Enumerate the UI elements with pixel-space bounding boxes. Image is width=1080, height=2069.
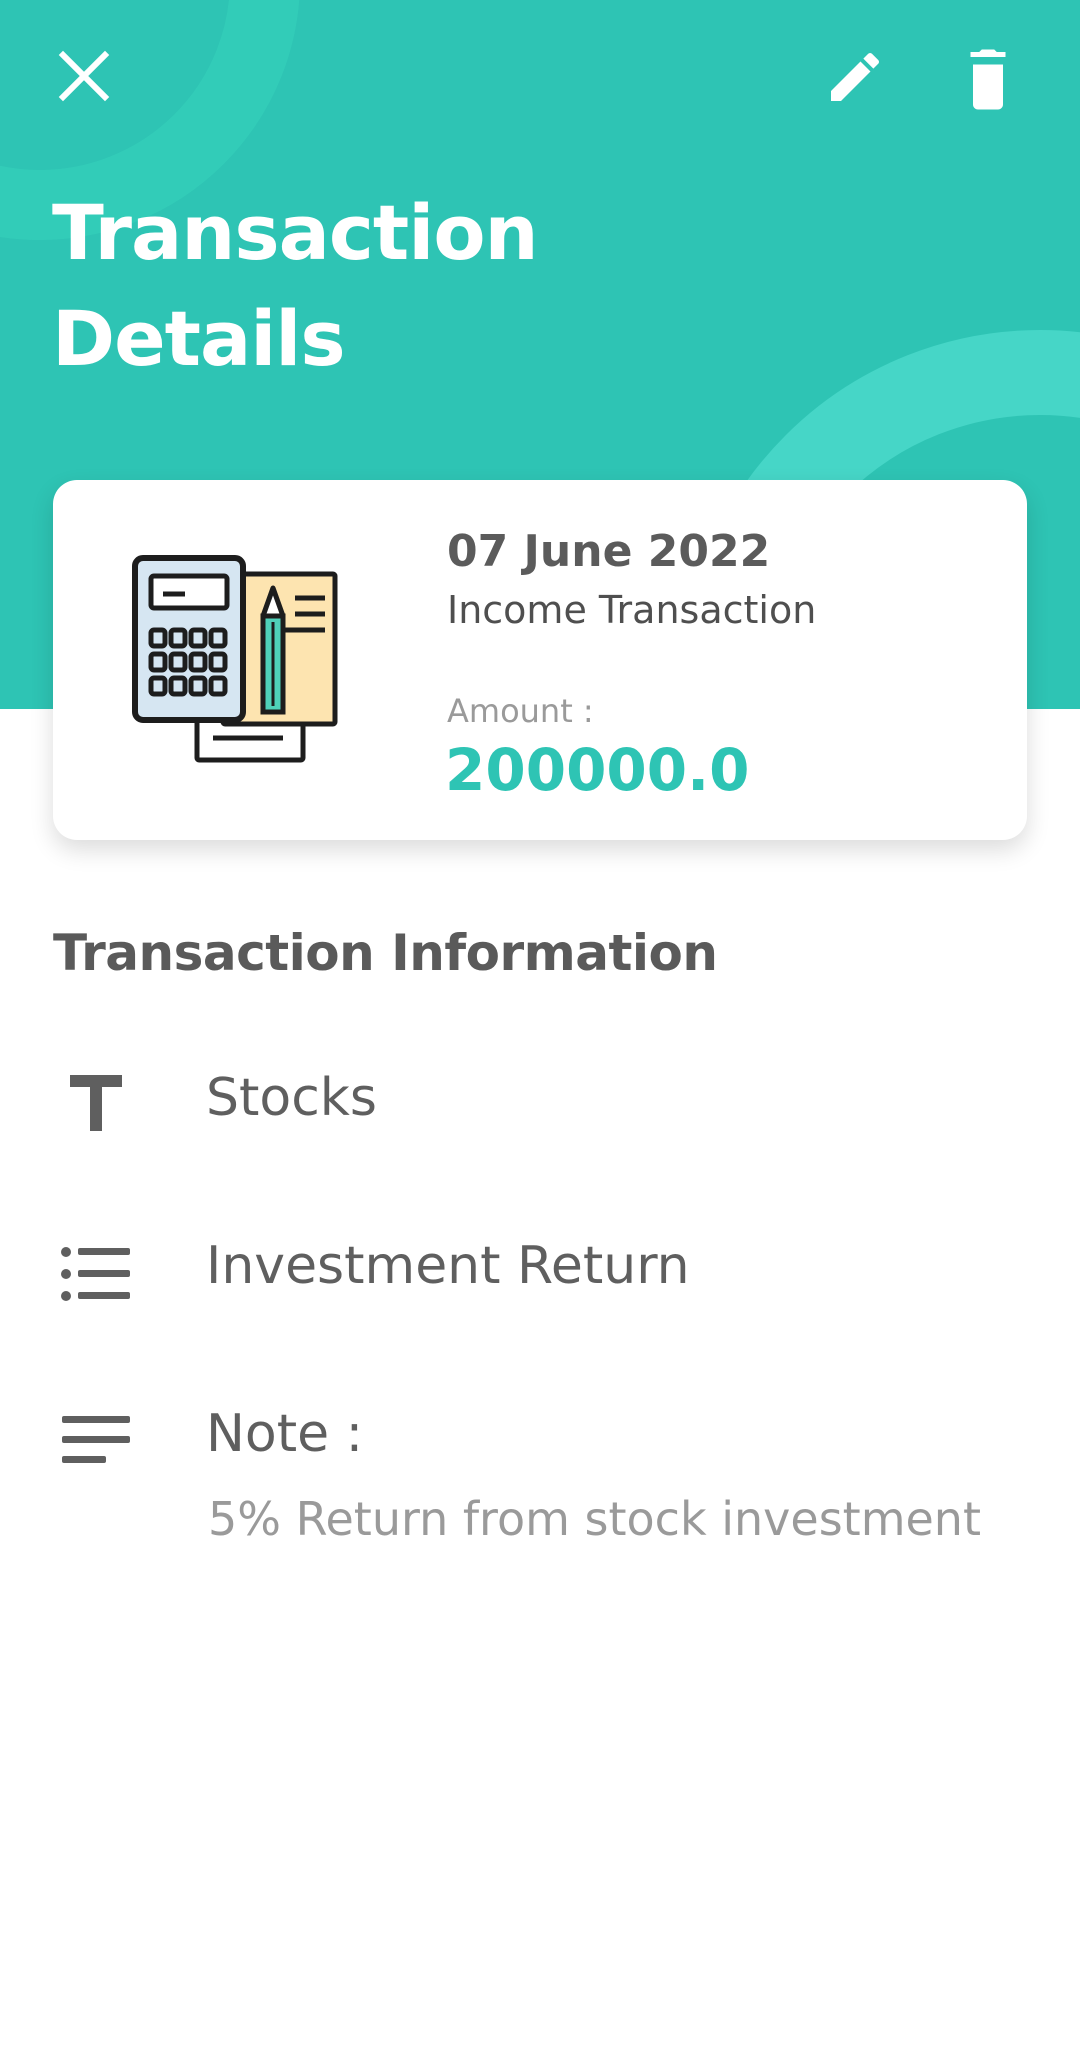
transaction-summary-card: 07 June 2022 Income Transaction Amount :… — [53, 480, 1027, 840]
page-title: Transaction Details — [52, 180, 652, 392]
amount-label: Amount : — [447, 692, 594, 730]
transaction-type: Income Transaction — [447, 588, 817, 632]
page-title-line1: Transaction — [52, 188, 539, 277]
edit-button[interactable] — [812, 34, 898, 120]
calculator-document-icon — [132, 555, 338, 763]
trash-icon — [970, 49, 1006, 110]
section-title: Transaction Information — [53, 924, 718, 982]
note-value: 5% Return from stock investment — [208, 1492, 981, 1546]
subcategory-value: Investment Return — [206, 1236, 690, 1296]
page-title-line2: Details — [52, 294, 346, 383]
pencil-icon — [831, 52, 880, 101]
transaction-details-screen: Transaction Details 07 June 2022 Income … — [0, 0, 1080, 2069]
category-value: Stocks — [206, 1068, 378, 1128]
transaction-date: 07 June 2022 — [447, 526, 771, 577]
text-t-icon — [56, 1063, 136, 1143]
close-button[interactable] — [44, 36, 124, 116]
amount-value: 200000.0 — [445, 736, 750, 804]
notes-lines-icon — [56, 1400, 136, 1480]
note-label: Note : — [206, 1404, 364, 1464]
list-bullets-icon — [56, 1234, 136, 1314]
delete-button[interactable] — [948, 34, 1028, 120]
close-icon — [58, 50, 110, 102]
